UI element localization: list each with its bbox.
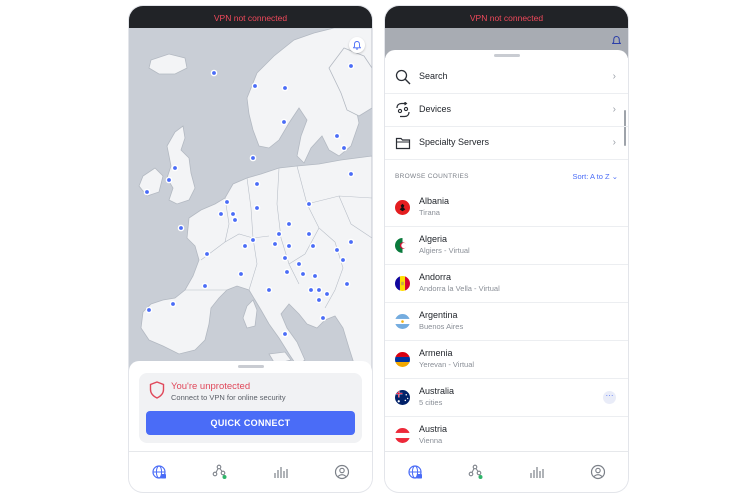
devices-icon xyxy=(396,102,410,118)
chevron-down-icon: ⌄ xyxy=(611,172,618,181)
country-row-albania[interactable]: Albania Tirana xyxy=(385,188,628,227)
country-row-armenia[interactable]: Armenia Yerevan - Virtual xyxy=(385,340,628,379)
menu-item-search[interactable]: Search › xyxy=(385,60,628,94)
country-city: Buenos Aires xyxy=(419,322,464,331)
flag-armenia xyxy=(395,352,410,367)
sheet-drag-handle[interactable] xyxy=(493,54,520,57)
country-row-argentina[interactable]: Argentina Buenos Aires xyxy=(385,302,628,341)
browse-countries-label: BROWSE COUNTRIES xyxy=(395,173,469,180)
menu-item-specialty-servers[interactable]: Specialty Servers › xyxy=(385,126,628,160)
sheet-drag-handle[interactable] xyxy=(237,365,264,368)
menu-label: Search xyxy=(419,71,448,81)
country-city: Algiers - Virtual xyxy=(419,246,470,255)
bottom-tab-bar xyxy=(385,451,628,492)
folder-icon xyxy=(395,137,411,150)
menu-label: Devices xyxy=(419,104,452,114)
country-name: Albania xyxy=(419,196,450,206)
country-row-austria[interactable]: Austria Vienna xyxy=(385,416,628,452)
meshnet-icon xyxy=(468,464,483,479)
flag-australia xyxy=(395,390,410,405)
unprotected-subtitle: Connect to VPN for online security xyxy=(171,393,286,402)
more-options-button[interactable]: ··· xyxy=(603,391,616,404)
flag-austria xyxy=(395,428,410,443)
country-row-andorra[interactable]: Andorra Andorra la Vella - Virtual xyxy=(385,264,628,303)
country-row-algeria[interactable]: Algeria Algiers - Virtual xyxy=(385,226,628,265)
bottom-tab-bar xyxy=(129,451,372,492)
country-name: Andorra xyxy=(419,272,452,282)
tab-profile[interactable] xyxy=(588,462,608,482)
countries-screen: VPN not connected Search › Devices › Spe… xyxy=(385,6,628,492)
country-city: Andorra la Vella - Virtual xyxy=(419,284,500,293)
server-map[interactable] xyxy=(129,28,372,373)
country-name: Armenia xyxy=(419,348,453,358)
flag-andorra xyxy=(395,276,410,291)
tab-globe[interactable] xyxy=(149,462,169,482)
globe-icon xyxy=(408,465,423,479)
vpn-status-bar: VPN not connected xyxy=(385,6,628,28)
sort-dropdown[interactable]: Sort: A to Z ⌄ xyxy=(573,172,619,181)
vpn-status-bar: VPN not connected xyxy=(129,6,372,28)
flag-albania xyxy=(395,200,410,215)
meshnet-icon xyxy=(212,464,227,479)
chevron-right-icon: › xyxy=(612,104,616,115)
flag-algeria xyxy=(395,238,410,253)
sort-label: Sort: A to Z xyxy=(572,172,610,181)
flag-argentina xyxy=(395,314,410,329)
tab-meshnet[interactable] xyxy=(466,462,486,482)
notification-bell-icon xyxy=(353,40,361,50)
chevron-right-icon: › xyxy=(612,137,616,148)
notification-bell-icon xyxy=(612,36,621,45)
tab-profile[interactable] xyxy=(332,462,352,482)
browse-countries-header: BROWSE COUNTRIES Sort: A to Z ⌄ xyxy=(385,166,628,188)
home-screen: VPN not connected You're unprotected Con… xyxy=(129,6,372,492)
search-icon xyxy=(395,69,411,85)
tab-stats[interactable] xyxy=(527,462,547,482)
country-city: Tirana xyxy=(419,208,440,217)
tab-meshnet[interactable] xyxy=(210,462,230,482)
tab-stats[interactable] xyxy=(271,462,291,482)
globe-icon xyxy=(152,465,167,479)
country-name: Algeria xyxy=(419,234,448,244)
country-name: Argentina xyxy=(419,310,458,320)
stats-icon xyxy=(530,467,544,478)
menu-label: Specialty Servers xyxy=(419,137,490,147)
shield-icon xyxy=(149,381,165,399)
country-row-australia[interactable]: Australia 5 cities ··· xyxy=(385,378,628,417)
tab-globe[interactable] xyxy=(405,462,425,482)
country-name: Austria xyxy=(419,424,448,434)
stats-icon xyxy=(274,467,288,478)
country-name: Australia xyxy=(419,386,455,396)
chevron-right-icon: › xyxy=(612,71,616,82)
europe-map-graphic xyxy=(129,28,372,373)
countries-sheet: Search › Devices › Specialty Servers › B… xyxy=(385,50,628,452)
profile-icon xyxy=(590,464,605,480)
country-city: Vienna xyxy=(419,436,443,445)
notifications-button[interactable] xyxy=(349,37,365,53)
country-city: 5 cities xyxy=(419,398,443,407)
country-city: Yerevan - Virtual xyxy=(419,360,475,369)
connection-sheet: You're unprotected Connect to VPN for on… xyxy=(129,361,372,451)
menu-item-devices[interactable]: Devices › xyxy=(385,93,628,127)
protection-status-card: You're unprotected Connect to VPN for on… xyxy=(139,373,362,443)
unprotected-title: You're unprotected xyxy=(171,381,251,392)
quick-connect-button[interactable]: QUICK CONNECT xyxy=(146,411,355,435)
profile-icon xyxy=(334,464,349,480)
